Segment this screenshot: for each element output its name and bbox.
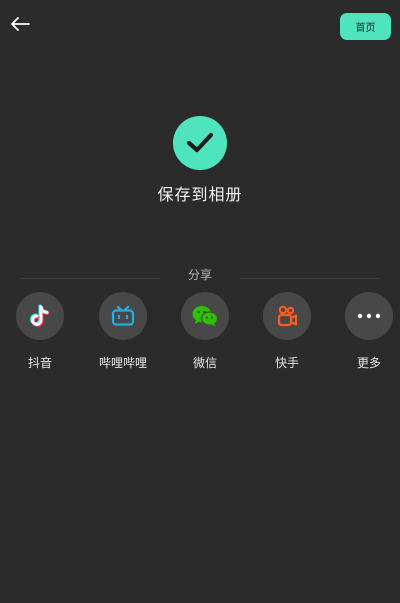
kuaishou-icon — [277, 305, 298, 327]
share-circle-kuaishou — [263, 292, 311, 340]
share-item-kuaishou[interactable]: 快手 — [252, 292, 322, 371]
share-item-douyin[interactable]: 抖音 — [5, 292, 75, 371]
share-name-kuaishou: 快手 — [274, 356, 299, 370]
share-item-wechat[interactable]: 微信 — [170, 292, 240, 371]
home-button[interactable]: 首页 — [340, 13, 391, 40]
save-status: 保存到相册 — [0, 116, 400, 205]
share-name-bilibili: 哔哩哔哩 — [98, 356, 147, 370]
share-item-more[interactable]: 更多 — [334, 292, 400, 371]
top-bar: 首页 — [0, 0, 400, 50]
share-circle-more — [345, 292, 393, 340]
share-name-more: 更多 — [356, 356, 381, 370]
douyin-icon — [30, 304, 50, 327]
divider-line-right — [240, 278, 380, 279]
share-circle-wechat — [181, 292, 229, 340]
share-divider: 分享 — [20, 266, 380, 284]
wechat-icon — [192, 306, 219, 327]
save-status-text: 保存到相册 — [157, 185, 243, 204]
share-label: 分享 — [187, 268, 212, 282]
share-circle-douyin — [16, 292, 64, 340]
back-button[interactable] — [6, 10, 34, 38]
success-badge — [173, 116, 227, 170]
bilibili-icon — [111, 305, 135, 326]
share-circle-bilibili — [99, 292, 147, 340]
check-icon — [186, 132, 214, 153]
share-item-bilibili[interactable]: 哔哩哔哩 — [88, 292, 158, 371]
share-options: 抖音 哔哩哔哩 微信 快手 更多 — [0, 292, 400, 382]
more-icon — [357, 313, 381, 319]
arrow-left-icon — [11, 17, 30, 31]
share-name-wechat: 微信 — [192, 356, 217, 370]
share-name-douyin: 抖音 — [27, 356, 52, 370]
